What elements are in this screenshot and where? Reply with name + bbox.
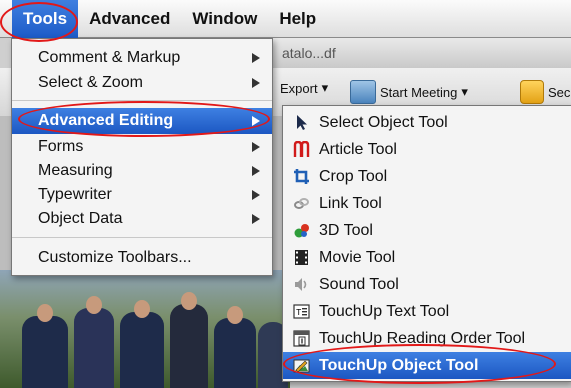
submenu-arrow-icon bbox=[252, 116, 260, 126]
advanced-editing-submenu: Select Object Tool Article Tool Crop Too… bbox=[282, 105, 571, 382]
secure-button[interactable]: Secu bbox=[520, 80, 571, 104]
submenu-item-touchup-object-tool[interactable]: TouchUp Object Tool bbox=[283, 352, 571, 379]
photo-person bbox=[120, 312, 164, 388]
document-filename: atalo...df bbox=[282, 45, 336, 61]
link-icon bbox=[294, 198, 309, 209]
crop-icon bbox=[294, 169, 309, 184]
menu-advanced[interactable]: Advanced bbox=[78, 0, 181, 38]
lock-icon bbox=[520, 80, 544, 104]
menu-item-typewriter[interactable]: Typewriter bbox=[12, 182, 272, 208]
menu-bar: Tools Advanced Window Help bbox=[0, 0, 571, 38]
submenu-item-label: Movie Tool bbox=[319, 249, 396, 266]
submenu-item-3d-tool[interactable]: 3D Tool bbox=[283, 217, 571, 244]
start-meeting-button[interactable]: Start Meeting ▾ bbox=[350, 80, 468, 104]
select-arrow-icon bbox=[297, 115, 307, 130]
submenu-item-link-tool[interactable]: Link Tool bbox=[283, 190, 571, 217]
touchup-object-icon bbox=[293, 359, 310, 373]
photo-person bbox=[22, 316, 68, 388]
submenu-item-movie-tool[interactable]: Movie Tool bbox=[283, 244, 571, 271]
menu-item-select-zoom[interactable]: Select & Zoom bbox=[12, 70, 272, 96]
submenu-item-touchup-reading-order-tool[interactable]: TouchUp Reading Order Tool bbox=[283, 325, 571, 352]
submenu-arrow-icon bbox=[252, 214, 260, 224]
menu-item-customize-toolbars[interactable]: Customize Toolbars... bbox=[12, 245, 272, 271]
export-button[interactable]: Export ▾ bbox=[280, 80, 328, 96]
submenu-item-label: TouchUp Reading Order Tool bbox=[319, 330, 526, 347]
movie-icon bbox=[295, 250, 308, 265]
submenu-item-label: Select Object Tool bbox=[319, 114, 448, 131]
menu-item-advanced-editing[interactable]: Advanced Editing bbox=[12, 108, 272, 134]
submenu-item-select-object-tool[interactable]: Select Object Tool bbox=[283, 109, 571, 136]
sound-icon bbox=[295, 278, 307, 291]
submenu-item-sound-tool[interactable]: Sound Tool bbox=[283, 271, 571, 298]
tools-menu: Comment & Markup Select & Zoom Advanced … bbox=[11, 38, 273, 276]
svg-text:T: T bbox=[296, 308, 302, 318]
submenu-item-label: TouchUp Text Tool bbox=[319, 303, 450, 320]
menu-separator bbox=[12, 100, 272, 101]
photo-head bbox=[227, 306, 243, 324]
photo-head bbox=[86, 296, 102, 314]
menu-item-measuring[interactable]: Measuring bbox=[12, 158, 272, 184]
photo-head bbox=[181, 292, 197, 310]
photo-person bbox=[170, 304, 208, 388]
submenu-item-label: Link Tool bbox=[319, 195, 382, 212]
menu-item-label: Advanced Editing bbox=[38, 112, 174, 129]
menu-separator bbox=[12, 237, 272, 238]
menu-item-label: Comment & Markup bbox=[38, 49, 181, 66]
submenu-item-article-tool[interactable]: Article Tool bbox=[283, 136, 571, 163]
meeting-icon bbox=[350, 80, 376, 104]
chevron-down-icon: ▾ bbox=[461, 84, 468, 99]
menu-help[interactable]: Help bbox=[268, 0, 327, 38]
menu-item-label: Typewriter bbox=[38, 186, 112, 203]
group-photo bbox=[0, 270, 290, 388]
photo-head bbox=[37, 304, 53, 322]
menu-item-object-data[interactable]: Object Data bbox=[12, 206, 272, 232]
3d-icon bbox=[294, 224, 309, 238]
submenu-item-label: 3D Tool bbox=[319, 222, 373, 239]
start-meeting-label: Start Meeting bbox=[380, 84, 458, 100]
secure-label: Secu bbox=[548, 84, 571, 100]
menu-item-label: Select & Zoom bbox=[38, 74, 143, 91]
menu-window[interactable]: Window bbox=[181, 0, 268, 38]
submenu-arrow-icon bbox=[252, 166, 260, 176]
submenu-item-touchup-text-tool[interactable]: T TouchUp Text Tool bbox=[283, 298, 571, 325]
submenu-arrow-icon bbox=[252, 78, 260, 88]
menu-item-label: Object Data bbox=[38, 210, 123, 227]
submenu-arrow-icon bbox=[252, 142, 260, 152]
photo-person bbox=[74, 308, 114, 388]
menu-item-label: Measuring bbox=[38, 162, 113, 179]
export-label: Export bbox=[280, 80, 318, 96]
menu-item-comment-markup[interactable]: Comment & Markup bbox=[12, 45, 272, 71]
menu-item-forms[interactable]: Forms bbox=[12, 134, 272, 160]
submenu-item-label: Crop Tool bbox=[319, 168, 388, 185]
article-icon bbox=[293, 141, 310, 157]
submenu-item-crop-tool[interactable]: Crop Tool bbox=[283, 163, 571, 190]
submenu-item-label: Sound Tool bbox=[319, 276, 399, 293]
submenu-item-label: Article Tool bbox=[319, 141, 397, 158]
menu-tools[interactable]: Tools bbox=[12, 0, 79, 38]
touchup-text-icon: T bbox=[293, 304, 310, 319]
chevron-down-icon: ▾ bbox=[321, 80, 329, 95]
submenu-arrow-icon bbox=[252, 53, 260, 63]
menu-item-label: Customize Toolbars... bbox=[38, 249, 192, 266]
menu-item-label: Forms bbox=[38, 138, 84, 155]
photo-person bbox=[214, 318, 256, 388]
submenu-arrow-icon bbox=[252, 190, 260, 200]
photo-head bbox=[134, 300, 150, 318]
reading-order-icon bbox=[293, 330, 310, 347]
submenu-item-label: TouchUp Object Tool bbox=[319, 357, 479, 374]
